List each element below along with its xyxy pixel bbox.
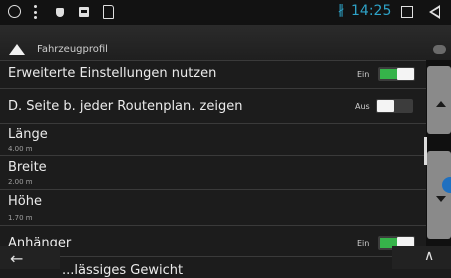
setting-label: Länge xyxy=(8,127,48,142)
settings-list: Erweiterte Einstellungen nutzen Ein D. S… xyxy=(0,60,426,278)
toggle-switch[interactable] xyxy=(376,99,413,113)
back-button[interactable] xyxy=(0,246,60,269)
list-item[interactable]: Länge 4.00 m xyxy=(0,124,426,156)
scrollbar[interactable] xyxy=(424,137,427,165)
list-item[interactable]: D. Seite b. jeder Routenplan. zeigen Aus xyxy=(0,89,426,124)
shield-icon xyxy=(56,8,64,17)
setting-label: Breite xyxy=(8,160,47,175)
triangle-up-icon xyxy=(436,101,446,107)
arrow-left-icon: ← xyxy=(10,249,24,268)
setting-value: 4.00 m xyxy=(8,145,33,153)
expand-button[interactable] xyxy=(392,246,451,269)
toggle-state-label: Ein xyxy=(357,239,370,248)
list-item[interactable]: Breite 2.00 m xyxy=(0,156,426,190)
status-clock: 14:25 xyxy=(351,3,392,19)
navigation-arrow-icon[interactable] xyxy=(9,44,25,55)
image-icon xyxy=(79,7,89,17)
recent-apps-icon[interactable] xyxy=(401,6,413,18)
chat-icon[interactable] xyxy=(433,45,446,54)
chevron-up-icon: ∧ xyxy=(424,248,435,264)
floating-handle-icon[interactable] xyxy=(442,177,451,193)
list-item[interactable]: Höhe 1.70 m xyxy=(0,190,426,226)
list-item[interactable]: ...lässiges Gewicht xyxy=(0,257,426,278)
setting-label: Höhe xyxy=(8,194,42,209)
scroll-up-button[interactable] xyxy=(427,66,451,134)
setting-label: D. Seite b. jeder Routenplan. zeigen xyxy=(8,99,243,114)
setting-value: 1.70 m xyxy=(8,214,33,222)
kebab-menu-icon[interactable] xyxy=(34,5,37,19)
list-item[interactable]: Erweiterte Einstellungen nutzen Ein xyxy=(0,60,426,89)
sd-card-icon xyxy=(103,5,114,19)
toggle-state-label: Ein xyxy=(357,70,370,79)
setting-label: ...lässiges Gewicht xyxy=(62,263,184,278)
setting-label: Erweiterte Einstellungen nutzen xyxy=(8,66,217,81)
triangle-down-icon xyxy=(436,196,446,202)
circle-icon xyxy=(8,5,21,18)
back-icon[interactable] xyxy=(429,5,440,19)
bluetooth-icon: ∦ xyxy=(338,3,345,18)
list-item[interactable]: Anhänger Ein xyxy=(0,226,426,257)
toggle-switch[interactable] xyxy=(378,67,415,81)
toggle-state-label: Aus xyxy=(355,102,370,111)
header-bar xyxy=(0,25,451,61)
setting-value: 2.00 m xyxy=(8,178,33,186)
scroll-down-button[interactable] xyxy=(427,151,451,239)
page-title: Fahrzeugprofil xyxy=(37,44,108,55)
